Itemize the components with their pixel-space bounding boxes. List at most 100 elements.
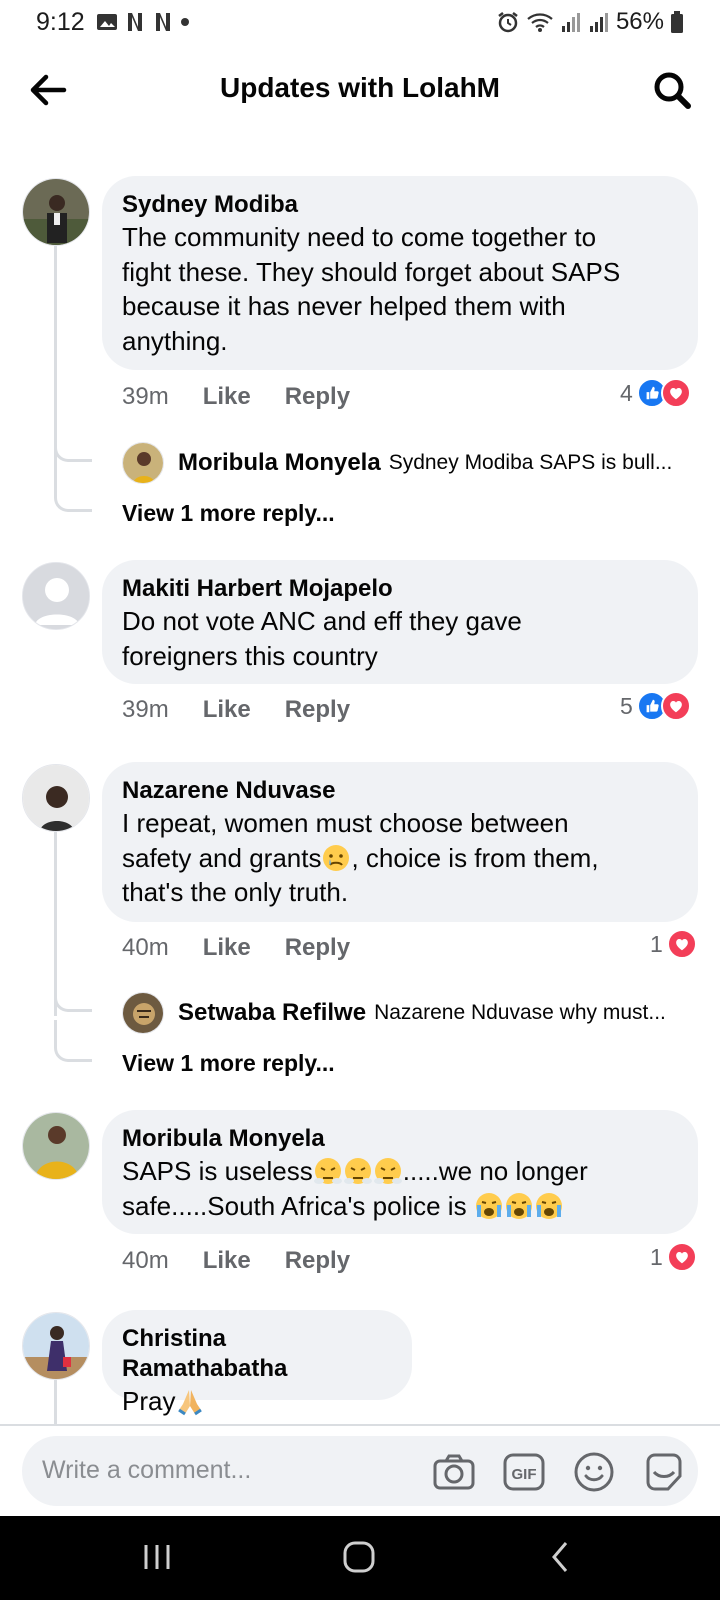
thread-connector bbox=[54, 1020, 92, 1062]
signal-icon bbox=[561, 13, 580, 32]
reply-button[interactable]: Reply bbox=[285, 383, 350, 411]
recents-icon bbox=[144, 1545, 170, 1569]
thread-connector bbox=[54, 970, 92, 1012]
comment-text: The community need to come together to f… bbox=[122, 220, 678, 358]
face-with-steam-emoji-icon bbox=[343, 1156, 373, 1186]
comment-time: 40m bbox=[122, 934, 169, 961]
reaction-summary[interactable]: 1 bbox=[650, 929, 697, 959]
view-more-replies[interactable]: View 1 more reply... bbox=[122, 500, 335, 527]
reply-text: Nazarene Nduvase why must... bbox=[374, 1001, 666, 1024]
thread-connector bbox=[54, 470, 92, 512]
like-button[interactable]: Like bbox=[203, 934, 251, 962]
avatar[interactable] bbox=[22, 178, 90, 246]
comment-text: I repeat, women must choose between safe… bbox=[122, 806, 678, 910]
sticker-icon bbox=[646, 1453, 682, 1491]
thread-line bbox=[54, 1380, 57, 1424]
reply-preview[interactable]: Moribula Monyela Sydney Modiba SAPS is b… bbox=[122, 442, 672, 484]
wifi-icon bbox=[527, 13, 553, 32]
sticker-button[interactable] bbox=[642, 1450, 686, 1494]
emoji-button[interactable] bbox=[572, 1450, 616, 1494]
dot-icon bbox=[181, 18, 189, 26]
sad-face-emoji-icon bbox=[321, 843, 351, 873]
gif-icon: GIF bbox=[503, 1453, 545, 1491]
reply-button[interactable]: Reply bbox=[285, 934, 350, 962]
recents-button[interactable] bbox=[142, 1542, 172, 1577]
chevron-left-icon bbox=[552, 1542, 568, 1572]
status-bar: 9:12 56% bbox=[0, 0, 720, 46]
comment-time: 39m bbox=[122, 383, 169, 410]
avatar[interactable] bbox=[22, 1312, 90, 1380]
comment-input-placeholder: Write a comment... bbox=[42, 1456, 252, 1484]
crying-face-emoji-icon bbox=[534, 1191, 564, 1221]
search-button[interactable] bbox=[650, 68, 694, 112]
comment-time: 39m bbox=[122, 696, 169, 723]
view-more-replies[interactable]: View 1 more reply... bbox=[122, 1050, 335, 1077]
reply-author: Moribula Monyela bbox=[178, 449, 381, 476]
comment-bubble[interactable]: Christina Ramathabatha Pray bbox=[102, 1310, 412, 1416]
crying-face-emoji-icon bbox=[474, 1191, 504, 1221]
comment-text-part: safe.....South Africa's police is bbox=[122, 1190, 474, 1221]
comment-input[interactable]: Write a comment... GIF bbox=[22, 1436, 698, 1506]
battery-icon bbox=[671, 11, 683, 33]
gif-button[interactable]: GIF bbox=[502, 1450, 546, 1494]
gallery-icon bbox=[97, 14, 117, 30]
comment-author[interactable]: Christina Ramathabatha bbox=[122, 1324, 392, 1384]
like-button[interactable]: Like bbox=[203, 696, 251, 724]
search-icon bbox=[654, 72, 691, 109]
reaction-count: 1 bbox=[650, 1243, 663, 1270]
reaction-summary[interactable]: 5 bbox=[620, 691, 691, 721]
like-button[interactable]: Like bbox=[203, 1247, 251, 1275]
netflix-icon bbox=[128, 13, 142, 31]
reply-button[interactable]: Reply bbox=[285, 696, 350, 724]
comment-line: fight these. They should forget about SA… bbox=[122, 256, 621, 287]
comment-meta: 39m Like Reply bbox=[122, 696, 350, 724]
love-reaction-icon bbox=[660, 691, 691, 721]
comment-author[interactable]: Makiti Harbert Mojapelo bbox=[122, 574, 678, 604]
page-title: Updates with LolahM bbox=[220, 72, 500, 103]
comment-author[interactable]: Moribula Monyela bbox=[122, 1124, 678, 1154]
reply-author: Setwaba Refilwe bbox=[178, 999, 367, 1026]
avatar bbox=[122, 442, 164, 484]
home-icon bbox=[343, 1541, 375, 1573]
comment-line: that's the only truth. bbox=[122, 877, 349, 907]
signal-icon bbox=[589, 13, 608, 32]
comment-author[interactable]: Sydney Modiba bbox=[122, 190, 678, 220]
comment-line: SAPS is useless .....we no longer bbox=[122, 1154, 678, 1189]
love-reaction-icon bbox=[666, 929, 697, 959]
comment-text: Pray bbox=[122, 1384, 392, 1419]
comment-bubble[interactable]: Nazarene Nduvase I repeat, women must ch… bbox=[102, 762, 698, 922]
comment-meta: 40m Like Reply bbox=[122, 1247, 350, 1275]
reaction-count: 4 bbox=[620, 379, 633, 406]
reaction-summary[interactable]: 1 bbox=[650, 1242, 697, 1272]
comment-author[interactable]: Nazarene Nduvase bbox=[122, 776, 678, 806]
reply-preview[interactable]: Setwaba Refilwe Nazarene Nduvase why mus… bbox=[122, 992, 666, 1034]
face-with-steam-emoji-icon bbox=[313, 1156, 343, 1186]
avatar[interactable] bbox=[22, 764, 90, 832]
camera-button[interactable] bbox=[432, 1450, 476, 1494]
avatar[interactable] bbox=[22, 562, 90, 630]
comment-time: 40m bbox=[122, 1247, 169, 1274]
camera-icon bbox=[433, 1454, 475, 1490]
comment-text-part: safety and grants bbox=[122, 842, 322, 873]
battery-percent: 56% bbox=[615, 8, 664, 35]
love-reaction-icon bbox=[660, 378, 691, 408]
comment-line: foreigners this country bbox=[122, 640, 378, 671]
reaction-summary[interactable]: 4 bbox=[620, 378, 691, 408]
netflix-icon bbox=[156, 13, 170, 31]
back-nav-button[interactable] bbox=[548, 1540, 574, 1579]
comment-bubble[interactable]: Makiti Harbert Mojapelo Do not vote ANC … bbox=[102, 560, 698, 684]
avatar[interactable] bbox=[22, 1112, 90, 1180]
face-with-steam-emoji-icon bbox=[373, 1156, 403, 1186]
home-button[interactable] bbox=[342, 1540, 376, 1579]
comment-meta: 40m Like Reply bbox=[122, 934, 350, 962]
smiley-icon bbox=[574, 1452, 614, 1492]
comment-line: I repeat, women must choose between bbox=[122, 808, 569, 838]
comment-bubble[interactable]: Sydney Modiba The community need to come… bbox=[102, 176, 698, 370]
reply-button[interactable]: Reply bbox=[285, 1247, 350, 1275]
comment-bubble[interactable]: Moribula Monyela SAPS is useless .....we … bbox=[102, 1110, 698, 1234]
comment-text-part: SAPS is useless bbox=[122, 1156, 313, 1186]
like-button[interactable]: Like bbox=[203, 383, 251, 411]
crying-face-emoji-icon bbox=[504, 1191, 534, 1221]
love-reaction-icon bbox=[666, 1242, 697, 1272]
comment-text-part: Pray bbox=[122, 1386, 176, 1416]
